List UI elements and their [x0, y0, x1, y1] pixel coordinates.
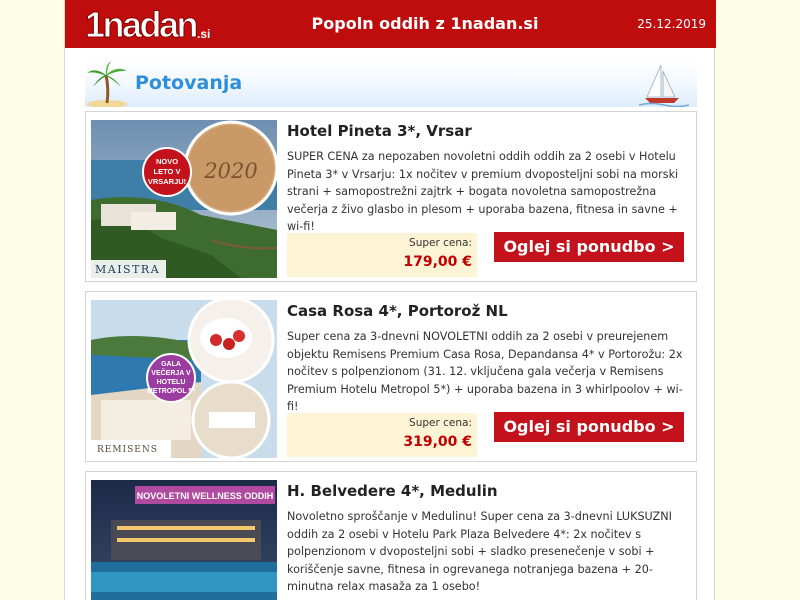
offer-title[interactable]: H. Belvedere 4*, Medulin [287, 482, 498, 500]
offer-description: Novoletno sproščanje v Medulinu! Super c… [287, 510, 672, 593]
section-title: Potovanja [135, 72, 243, 94]
header-title: Popoln oddih z 1nadan.si [311, 14, 539, 33]
offer-image[interactable]: 2020 NOVO LETO V VRSARJU! MAISTRA [91, 120, 277, 278]
svg-text:VEČERJA V: VEČERJA V [151, 368, 191, 377]
newsletter-page: 1nadan .si Popoln oddih z 1nadan.si 25.1… [64, 0, 716, 600]
svg-text:1nadan: 1nadan [85, 8, 197, 42]
header-date: 25.12.2019 [637, 17, 706, 31]
price-label: Super cena: [409, 237, 472, 249]
offer-card: GALA VEČERJA V HOTELU METROPOL 5* REMISE… [85, 291, 697, 462]
brand-logo-text: REMISENS [97, 445, 158, 455]
price-value: 179,00 € [403, 254, 472, 270]
view-offer-button[interactable]: Oglej si ponudbo > [494, 232, 684, 262]
offer-card: NOVOLETNI WELLNESS ODDIH H. Belvedere 4*… [85, 471, 697, 600]
offer-card: 2020 NOVO LETO V VRSARJU! MAISTRA Hotel … [85, 111, 697, 282]
image-banner-text: NOVOLETNI WELLNESS ODDIH [137, 491, 274, 501]
offer-description: SUPER CENA za nepozaben novoletni oddih … [287, 150, 679, 233]
offer-title[interactable]: Casa Rosa 4*, Portorož NL [287, 302, 508, 320]
palm-tree-icon [87, 61, 127, 107]
price-label: Super cena: [409, 417, 472, 429]
offer-image[interactable]: NOVOLETNI WELLNESS ODDIH [91, 480, 277, 600]
view-offer-button[interactable]: Oglej si ponudbo > [494, 412, 684, 442]
svg-text:METROPOL 5*: METROPOL 5* [147, 388, 195, 395]
svg-text:HOTELU: HOTELU [157, 379, 186, 386]
section-banner: Potovanja [85, 61, 697, 107]
offer-title[interactable]: Hotel Pineta 3*, Vrsar [287, 122, 472, 140]
svg-text:.si: .si [197, 27, 210, 41]
svg-text:LETO V: LETO V [154, 167, 181, 176]
brand-logo-text: MAISTRA [95, 263, 160, 276]
price-box: Super cena: 319,00 € [287, 413, 477, 457]
price-box: Super cena: 179,00 € [287, 233, 477, 277]
offer-description: Super cena za 3-dnevni NOVOLETNI oddih z… [287, 330, 683, 413]
header-bar: 1nadan .si Popoln oddih z 1nadan.si 25.1… [65, 0, 716, 48]
svg-text:NOVO: NOVO [156, 157, 178, 166]
svg-text:VRSARJU!: VRSARJU! [148, 177, 186, 186]
svg-text:GALA: GALA [161, 361, 181, 368]
image-year-text: 2020 [203, 159, 257, 183]
price-value: 319,00 € [403, 434, 472, 450]
site-logo[interactable]: 1nadan .si [85, 8, 217, 42]
offer-image[interactable]: GALA VEČERJA V HOTELU METROPOL 5* REMISE… [91, 300, 277, 458]
sailboat-icon [639, 64, 689, 107]
